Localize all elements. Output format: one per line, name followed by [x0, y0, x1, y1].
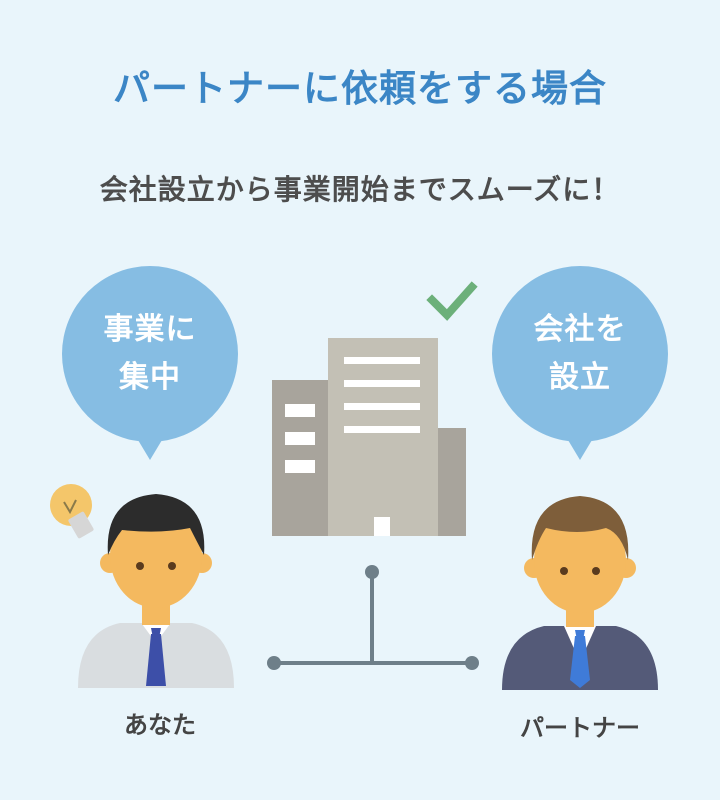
person-partner [502, 496, 658, 690]
building-icon [272, 338, 466, 536]
label-you: あなた [124, 711, 196, 739]
lightbulb-icon [50, 484, 94, 539]
illustration [50, 281, 658, 690]
person-you [78, 494, 234, 688]
checkmark-icon [426, 281, 478, 321]
label-partner: パートナー [520, 714, 640, 742]
connector-lines [267, 565, 479, 670]
